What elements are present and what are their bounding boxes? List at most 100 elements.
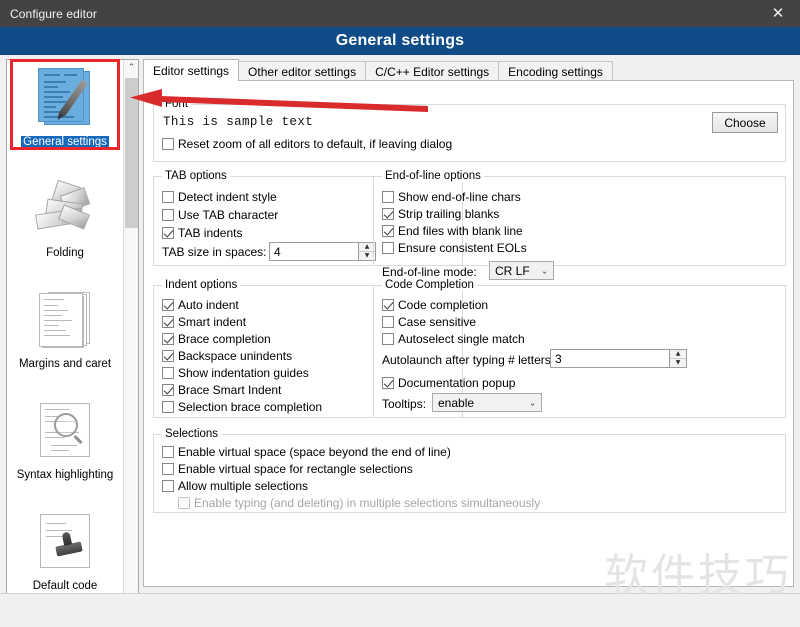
sidebar-item-margins-and-caret[interactable]: Margins and caret xyxy=(7,282,123,393)
smart-indent-checkbox[interactable] xyxy=(162,315,174,328)
enable-virtual-space-rect-checkbox[interactable] xyxy=(162,462,174,475)
sidebar-scrollbar[interactable]: ⌃ ⌄ xyxy=(123,60,138,627)
use-tab-character-row[interactable]: Use TAB character xyxy=(162,206,278,223)
sidebar-item-general-settings[interactable]: General settings xyxy=(7,60,123,171)
case-sensitive-checkbox[interactable] xyxy=(382,315,394,328)
use-tab-character-checkbox[interactable] xyxy=(162,208,174,221)
configure-editor-dialog: Configure editor ✕ General settings Gene… xyxy=(0,0,800,627)
choose-font-button[interactable]: Choose xyxy=(712,112,778,133)
ensure-consistent-eols-label: Ensure consistent EOLs xyxy=(398,240,527,255)
enable-virtual-space-rect-label: Enable virtual space for rectangle selec… xyxy=(178,461,413,476)
brace-completion-row[interactable]: Brace completion xyxy=(162,330,271,347)
brace-smart-indent-checkbox[interactable] xyxy=(162,383,174,396)
code-completion-group: Code Completion Code completion Case sen… xyxy=(373,279,786,418)
allow-multiple-selections-checkbox[interactable] xyxy=(162,479,174,492)
brace-smart-indent-row[interactable]: Brace Smart Indent xyxy=(162,381,281,398)
auto-indent-checkbox[interactable] xyxy=(162,298,174,311)
tab-size-input[interactable]: 4 xyxy=(269,242,359,261)
enable-virtual-space-row[interactable]: Enable virtual space (space beyond the e… xyxy=(162,443,451,460)
blue-document-pencil-icon xyxy=(30,66,100,132)
tab-other-editor-settings[interactable]: Other editor settings xyxy=(238,61,367,81)
case-sensitive-row[interactable]: Case sensitive xyxy=(382,313,476,330)
tab-indents-row[interactable]: TAB indents xyxy=(162,224,242,241)
code-completion-row[interactable]: Code completion xyxy=(382,296,488,313)
brace-completion-label: Brace completion xyxy=(178,331,271,346)
auto-indent-row[interactable]: Auto indent xyxy=(162,296,239,313)
case-sensitive-label: Case sensitive xyxy=(398,314,477,329)
backspace-unindents-row[interactable]: Backspace unindents xyxy=(162,347,292,364)
show-eol-chars-row[interactable]: Show end-of-line chars xyxy=(382,188,521,205)
tab-editor-settings[interactable]: Editor settings xyxy=(143,59,240,81)
sidebar-item-syntax-highlighting[interactable]: Syntax highlighting xyxy=(7,393,123,504)
smart-indent-label: Smart indent xyxy=(178,314,247,329)
documentation-popup-row[interactable]: Documentation popup xyxy=(382,374,515,391)
scrollbar-thumb[interactable] xyxy=(125,78,138,228)
backspace-unindents-checkbox[interactable] xyxy=(162,349,174,362)
tab-indents-checkbox[interactable] xyxy=(162,226,174,239)
ensure-consistent-eols-row[interactable]: Ensure consistent EOLs xyxy=(382,239,527,256)
selection-brace-completion-row[interactable]: Selection brace completion xyxy=(162,398,322,415)
reset-zoom-checkbox[interactable] xyxy=(162,137,174,150)
documentation-popup-checkbox[interactable] xyxy=(382,376,394,389)
autolaunch-stepper[interactable]: ▲ ▼ xyxy=(670,349,687,368)
font-group-legend: Font xyxy=(162,98,192,110)
tab-size-value: 4 xyxy=(274,244,281,259)
ensure-consistent-eols-checkbox[interactable] xyxy=(382,241,394,254)
watermark-text: 软件技巧 xyxy=(604,550,792,601)
eol-mode-label: End-of-line mode: xyxy=(382,265,477,279)
detect-indent-style-row[interactable]: Detect indent style xyxy=(162,188,277,205)
tab-encoding-settings[interactable]: Encoding settings xyxy=(498,61,613,81)
selection-brace-completion-checkbox[interactable] xyxy=(162,400,174,413)
use-tab-character-label: Use TAB character xyxy=(178,207,279,222)
autolaunch-value: 3 xyxy=(555,351,562,366)
detect-indent-style-label: Detect indent style xyxy=(178,189,277,204)
sidebar-item-label: Folding xyxy=(46,247,84,259)
choose-font-label: Choose xyxy=(724,115,766,130)
autoselect-single-match-row[interactable]: Autoselect single match xyxy=(382,330,525,347)
show-eol-chars-checkbox[interactable] xyxy=(382,190,394,203)
tooltips-value: enable xyxy=(438,395,475,410)
chevron-down-icon: ⌄ xyxy=(541,266,548,275)
tab-cpp-editor-settings[interactable]: C/C++ Editor settings xyxy=(365,61,500,81)
eol-mode-combobox[interactable]: CR LF ⌄ xyxy=(489,261,554,280)
show-indentation-guides-checkbox[interactable] xyxy=(162,366,174,379)
sidebar-item-folding[interactable]: Folding xyxy=(7,171,123,282)
end-files-blank-line-row[interactable]: End files with blank line xyxy=(382,222,523,239)
enable-typing-multiple-selections-label: Enable typing (and deleting) in multiple… xyxy=(194,495,541,510)
brace-smart-indent-label: Brace Smart Indent xyxy=(178,382,282,397)
documentation-popup-label: Documentation popup xyxy=(398,375,516,390)
autoselect-single-match-label: Autoselect single match xyxy=(398,331,525,346)
enable-virtual-space-checkbox[interactable] xyxy=(162,445,174,458)
sidebar-item-label: Syntax highlighting xyxy=(16,469,114,481)
tab-label: C/C++ Editor settings xyxy=(375,64,490,79)
scroll-up-icon[interactable]: ⌃ xyxy=(124,60,138,76)
eol-options-group: End-of-line options Show end-of-line cha… xyxy=(373,170,786,280)
enable-virtual-space-rect-row[interactable]: Enable virtual space for rectangle selec… xyxy=(162,460,413,477)
allow-multiple-selections-label: Allow multiple selections xyxy=(178,478,309,493)
code-completion-checkbox[interactable] xyxy=(382,298,394,311)
detect-indent-style-checkbox[interactable] xyxy=(162,190,174,203)
code-completion-label: Code completion xyxy=(398,297,489,312)
autoselect-single-match-checkbox[interactable] xyxy=(382,332,394,345)
smart-indent-row[interactable]: Smart indent xyxy=(162,313,246,330)
allow-multiple-selections-row[interactable]: Allow multiple selections xyxy=(162,477,308,494)
tab-label: Editor settings xyxy=(153,63,230,78)
tab-label: Other editor settings xyxy=(248,64,357,79)
editor-settings-panel: Font This is sample text Reset zoom of a… xyxy=(143,80,794,587)
show-indentation-guides-row[interactable]: Show indentation guides xyxy=(162,364,309,381)
reset-zoom-checkbox-row[interactable]: Reset zoom of all editors to default, if… xyxy=(162,135,452,152)
stepper-up-icon[interactable]: ▲ xyxy=(670,350,686,359)
end-files-blank-line-checkbox[interactable] xyxy=(382,224,394,237)
sidebar-item-label: General settings xyxy=(21,136,109,149)
stepper-down-icon[interactable]: ▼ xyxy=(670,359,686,367)
strip-trailing-blanks-checkbox[interactable] xyxy=(382,207,394,220)
autolaunch-label: Autolaunch after typing # letters: xyxy=(382,353,555,367)
tab-size-label: TAB size in spaces: xyxy=(162,245,267,259)
settings-category-list[interactable]: General settings Folding Margins and car… xyxy=(6,59,139,627)
enable-typing-multiple-selections-row: Enable typing (and deleting) in multiple… xyxy=(178,494,540,511)
close-icon[interactable]: ✕ xyxy=(756,0,800,27)
tooltips-combobox[interactable]: enable ⌄ xyxy=(432,393,542,412)
strip-trailing-blanks-row[interactable]: Strip trailing blanks xyxy=(382,205,499,222)
brace-completion-checkbox[interactable] xyxy=(162,332,174,345)
autolaunch-input[interactable]: 3 xyxy=(550,349,670,368)
